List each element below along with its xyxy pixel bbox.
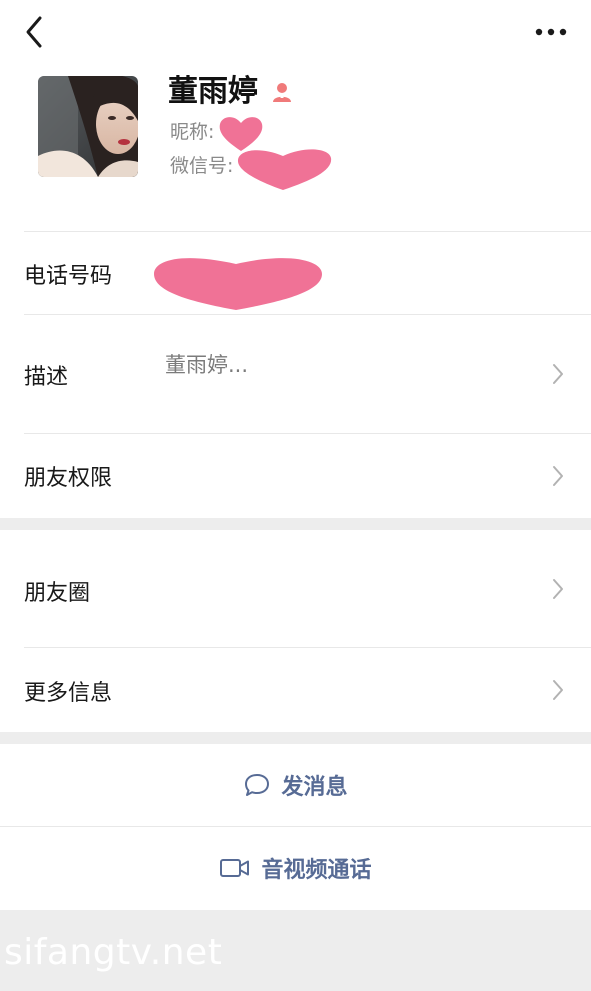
top-navbar bbox=[0, 0, 591, 62]
phone-row[interactable]: 电话号码 bbox=[0, 232, 591, 314]
chevron-right-icon bbox=[553, 466, 563, 486]
nickname-label: 昵称: bbox=[170, 120, 215, 143]
chevron-right-icon bbox=[553, 579, 563, 599]
contact-info-section: 电话号码 董雨婷... 描述 朋友权限 bbox=[0, 232, 591, 518]
more-dots-icon bbox=[535, 28, 567, 36]
actions-section: 发消息 音视频通话 bbox=[0, 744, 591, 910]
heart-redaction bbox=[154, 258, 322, 310]
moments-section: 朋友圈 更多信息 bbox=[0, 530, 591, 732]
avatar[interactable] bbox=[38, 76, 138, 177]
watermark-text: sifangtv.net bbox=[4, 932, 223, 973]
profile-name-row: 董雨婷 bbox=[168, 70, 294, 114]
description-label: 描述 bbox=[24, 365, 69, 390]
video-call-icon bbox=[220, 859, 250, 877]
more-options-button[interactable] bbox=[531, 18, 571, 46]
wechat-id-label: 微信号: bbox=[170, 154, 234, 177]
description-row[interactable]: 董雨婷... 描述 bbox=[0, 315, 591, 432]
profile-header: 董雨婷 昵称: 微信号: bbox=[0, 62, 591, 232]
more-info-row[interactable]: 更多信息 bbox=[0, 648, 591, 732]
more-info-label: 更多信息 bbox=[24, 681, 113, 706]
chevron-left-icon bbox=[26, 16, 42, 48]
back-button[interactable] bbox=[18, 12, 54, 52]
moments-label: 朋友圈 bbox=[24, 581, 91, 606]
contact-name: 董雨婷 bbox=[168, 74, 258, 109]
wechat-id-row: 微信号: bbox=[170, 149, 335, 190]
chat-bubble-icon bbox=[245, 774, 270, 796]
voice-video-call-label: 音视频通话 bbox=[261, 858, 372, 883]
nickname-row: 昵称: bbox=[170, 116, 266, 151]
chevron-right-icon bbox=[553, 680, 563, 700]
send-message-button[interactable]: 发消息 bbox=[0, 744, 591, 826]
friend-permissions-row[interactable]: 朋友权限 bbox=[0, 434, 591, 518]
friend-permissions-label: 朋友权限 bbox=[24, 466, 113, 491]
avatar-photo bbox=[38, 76, 138, 177]
phone-label: 电话号码 bbox=[24, 264, 113, 289]
contact-profile-page: 董雨婷 昵称: 微信号: 电话号码 董雨婷... 描述 朋友权限 朋友圈 更多信… bbox=[0, 0, 591, 991]
female-user-icon bbox=[273, 83, 291, 102]
moments-row[interactable]: 朋友圈 bbox=[0, 530, 591, 647]
send-message-label: 发消息 bbox=[281, 775, 348, 800]
description-value: 董雨婷... bbox=[165, 353, 249, 377]
heart-redaction bbox=[238, 149, 332, 190]
chevron-right-icon bbox=[553, 364, 563, 384]
voice-video-call-button[interactable]: 音视频通话 bbox=[0, 827, 591, 909]
